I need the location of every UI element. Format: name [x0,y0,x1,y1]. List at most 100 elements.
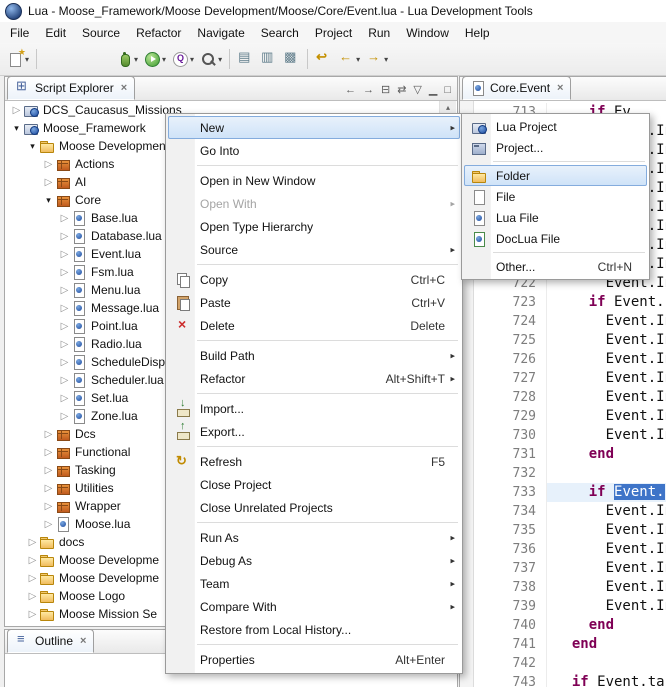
menu-window[interactable]: Window [398,23,457,43]
menu-item-refresh[interactable]: RefreshF5 [168,450,460,473]
editor-tab-core-event[interactable]: Core.Event × [462,76,571,100]
code-text[interactable]: end [547,635,666,654]
code-text[interactable]: Event.In [547,597,666,616]
menu-item-refactor[interactable]: RefactorAlt+Shift+T▸ [168,367,460,390]
debug-button[interactable]: ▾ [113,46,141,72]
close-tab-icon[interactable]: × [80,635,86,647]
menu-run[interactable]: Run [360,23,398,43]
run-button[interactable]: ▾ [141,46,169,72]
menu-navigate[interactable]: Navigate [189,23,252,43]
tree-collapsed-arrow-icon[interactable]: ▷ [42,159,55,170]
code-text[interactable]: Event.In [547,521,666,540]
menu-item-compare-with[interactable]: Compare With▸ [168,595,460,618]
tree-collapsed-arrow-icon[interactable]: ▷ [58,357,71,368]
close-tab-icon[interactable]: × [557,82,563,94]
outline-tab[interactable]: Outline × [7,629,94,653]
menu-item-source[interactable]: Source▸ [168,238,460,261]
menu-item-go-into[interactable]: Go Into [168,139,460,162]
code-text[interactable] [547,464,666,483]
tree-expanded-arrow-icon[interactable]: ▾ [10,123,23,134]
menu-item-delete[interactable]: DeleteDelete [168,314,460,337]
menu-item-properties[interactable]: PropertiesAlt+Enter [168,648,460,671]
code-text[interactable]: Event.In [547,540,666,559]
code-text[interactable]: Event.In [547,369,666,388]
last-edit-location-button[interactable] [312,46,335,72]
tree-collapsed-arrow-icon[interactable]: ▷ [58,321,71,332]
tree-collapsed-arrow-icon[interactable]: ▷ [26,555,39,566]
tree-collapsed-arrow-icon[interactable]: ▷ [58,411,71,422]
menu-item-build-path[interactable]: Build Path▸ [168,344,460,367]
menu-item-export[interactable]: Export... [168,420,460,443]
tree-collapsed-arrow-icon[interactable]: ▷ [42,447,55,458]
menu-search[interactable]: Search [253,23,307,43]
menu-item-debug-as[interactable]: Debug As▸ [168,549,460,572]
code-text[interactable]: if Event.ta [547,673,666,687]
menu-item-folder[interactable]: Folder [464,165,647,186]
code-text[interactable]: Event.In [547,559,666,578]
menu-item-lua-project[interactable]: Lua Project [464,116,647,137]
code-text[interactable] [547,654,666,673]
menu-project[interactable]: Project [307,23,360,43]
code-text[interactable]: if Event. [547,483,666,502]
forward-button[interactable]: ▾ [363,46,391,72]
occurrences-button[interactable] [280,46,303,72]
tree-collapsed-arrow-icon[interactable]: ▷ [58,267,71,278]
menu-item-run-as[interactable]: Run As▸ [168,526,460,549]
code-text[interactable]: Event.In [547,502,666,521]
code-text[interactable]: Event.In [547,331,666,350]
menu-help[interactable]: Help [457,23,498,43]
code-text[interactable]: Event.In [547,388,666,407]
back-button[interactable]: ▾ [335,46,363,72]
code-text[interactable]: Event.In [547,350,666,369]
menu-item-team[interactable]: Team▸ [168,572,460,595]
search-button[interactable]: ▾ [197,46,225,72]
tree-collapsed-arrow-icon[interactable]: ▷ [58,285,71,296]
view-menu-button[interactable]: ▽ [411,82,423,97]
menu-item-open-in-new-window[interactable]: Open in New Window [168,169,460,192]
minimize-button[interactable]: ▁ [427,82,439,97]
script-explorer-tab[interactable]: Script Explorer × [7,76,135,100]
menu-item-copy[interactable]: CopyCtrl+C [168,268,460,291]
tree-collapsed-arrow-icon[interactable]: ▷ [26,573,39,584]
tree-collapsed-arrow-icon[interactable]: ▷ [58,213,71,224]
tree-expanded-arrow-icon[interactable]: ▾ [26,141,39,152]
link-with-editor-button[interactable]: ⇄ [395,82,408,97]
code-text[interactable]: Event.In [547,426,666,445]
snippets-button[interactable] [257,46,280,72]
menu-source[interactable]: Source [74,23,128,43]
tree-collapsed-arrow-icon[interactable]: ▷ [26,537,39,548]
menu-item-close-unrelated-projects[interactable]: Close Unrelated Projects [168,496,460,519]
tree-collapsed-arrow-icon[interactable]: ▷ [58,375,71,386]
tree-collapsed-arrow-icon[interactable]: ▷ [10,105,23,116]
tree-collapsed-arrow-icon[interactable]: ▷ [26,591,39,602]
menu-item-project[interactable]: Project... [464,137,647,158]
title-bar[interactable]: Lua - Moose_Framework/Moose Development/… [0,0,666,23]
tree-collapsed-arrow-icon[interactable]: ▷ [42,519,55,530]
menu-item-open-type-hierarchy[interactable]: Open Type Hierarchy [168,215,460,238]
code-text[interactable]: end [547,616,666,635]
code-text[interactable]: Event.In [547,312,666,331]
dropdown-arrow-icon[interactable]: ▾ [190,55,194,64]
tree-collapsed-arrow-icon[interactable]: ▷ [58,249,71,260]
new-wizard-button[interactable]: ▾ [4,46,32,72]
menu-refactor[interactable]: Refactor [128,23,189,43]
dropdown-arrow-icon[interactable]: ▾ [134,55,138,64]
menu-item-doclua-file[interactable]: DocLua File [464,228,647,249]
tree-collapsed-arrow-icon[interactable]: ▷ [42,177,55,188]
code-text[interactable]: if Event. [547,293,666,312]
menu-item-other[interactable]: Other...Ctrl+N [464,256,647,277]
profile-button[interactable]: ▾ [169,46,197,72]
dropdown-arrow-icon[interactable]: ▾ [356,55,360,64]
dropdown-arrow-icon[interactable]: ▾ [384,55,388,64]
maximize-button[interactable]: □ [442,83,453,97]
back-button[interactable]: ← [343,83,358,97]
tree-collapsed-arrow-icon[interactable]: ▷ [58,231,71,242]
tree-expanded-arrow-icon[interactable]: ▾ [42,195,55,206]
collapse-all-button[interactable]: ⊟ [379,82,392,97]
dropdown-arrow-icon[interactable]: ▾ [218,55,222,64]
console-button[interactable] [234,46,257,72]
tree-collapsed-arrow-icon[interactable]: ▷ [42,501,55,512]
tree-collapsed-arrow-icon[interactable]: ▷ [42,483,55,494]
dropdown-arrow-icon[interactable]: ▾ [162,55,166,64]
code-text[interactable]: Event.In [547,578,666,597]
